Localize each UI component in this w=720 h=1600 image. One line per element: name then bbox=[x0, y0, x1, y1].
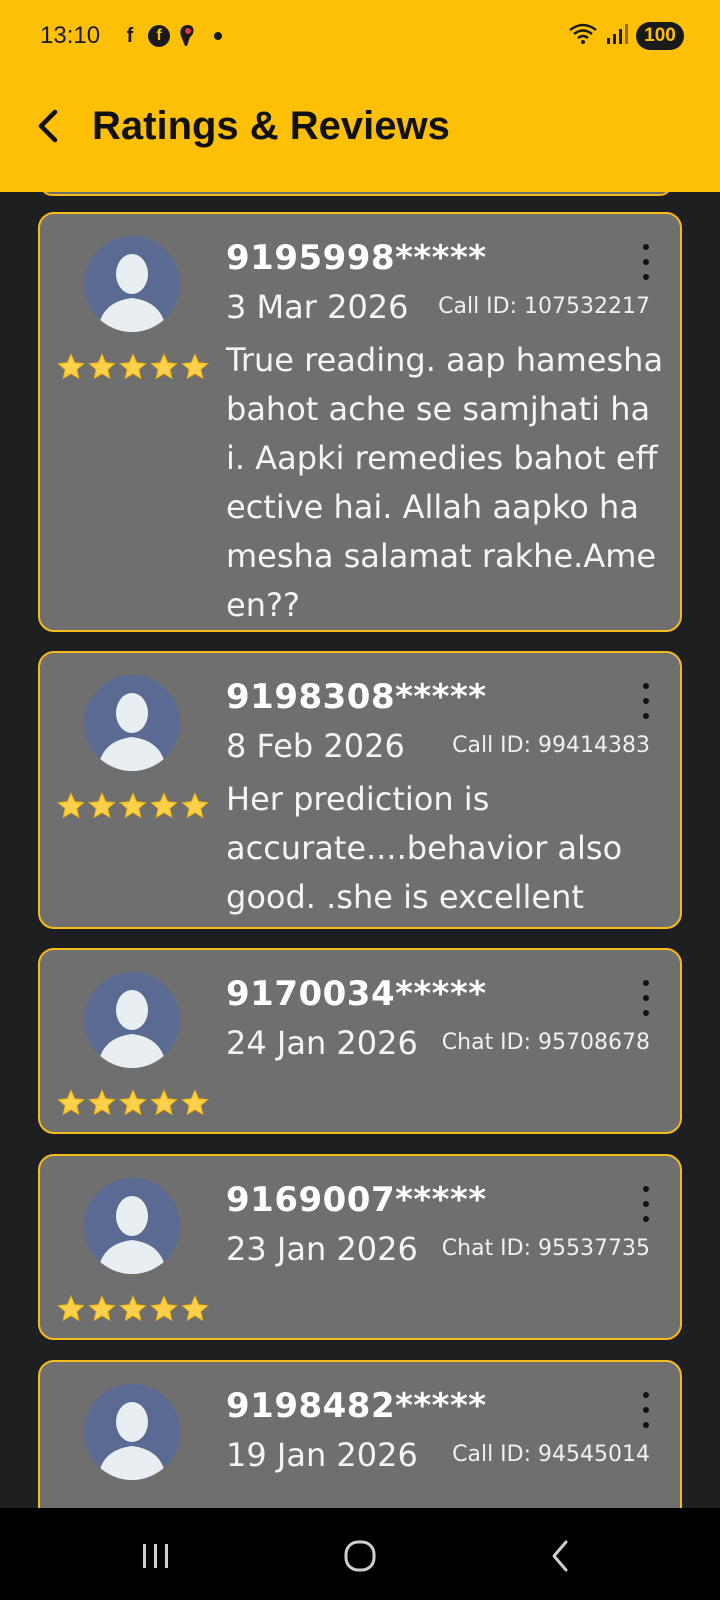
avatar bbox=[84, 972, 180, 1068]
review-date: 8 Feb 2026 bbox=[226, 727, 405, 765]
system-nav-bar bbox=[0, 1508, 720, 1600]
star-icon bbox=[150, 1295, 178, 1322]
star-icon bbox=[57, 792, 85, 819]
reviewer-number: 9170034***** bbox=[226, 974, 487, 1014]
star-icon bbox=[119, 792, 147, 819]
session-id: Call ID: 107532217 bbox=[438, 294, 650, 319]
star-icon bbox=[88, 1089, 116, 1116]
home-button[interactable] bbox=[330, 1536, 390, 1576]
more-options-button[interactable] bbox=[638, 980, 654, 1016]
star-icon bbox=[119, 1295, 147, 1322]
review-card: 9170034***** 24 Jan 2026 Chat ID: 957086… bbox=[38, 948, 682, 1134]
avatar bbox=[84, 236, 180, 332]
reviewer-number: 9198482***** bbox=[226, 1386, 487, 1426]
wifi-icon bbox=[568, 22, 598, 50]
more-vert-icon bbox=[643, 1392, 649, 1398]
star-rating bbox=[56, 1088, 210, 1118]
star-rating bbox=[56, 791, 210, 821]
more-options-button[interactable] bbox=[638, 1186, 654, 1222]
session-id: Chat ID: 95537735 bbox=[441, 1236, 650, 1261]
reviews-list[interactable]: 9195998***** 3 Mar 2026 Call ID: 1075322… bbox=[0, 192, 720, 1508]
signal-icon bbox=[606, 23, 628, 49]
facebook-icon: f bbox=[126, 24, 134, 47]
review-date: 19 Jan 2026 bbox=[226, 1436, 418, 1474]
star-icon bbox=[57, 353, 85, 380]
more-options-button[interactable] bbox=[638, 683, 654, 719]
system-back-button[interactable] bbox=[530, 1536, 590, 1576]
review-card: 9198308***** 8 Feb 2026 Call ID: 9941438… bbox=[38, 651, 682, 929]
session-id: Chat ID: 95708678 bbox=[441, 1030, 650, 1055]
app-notification-icon bbox=[176, 24, 200, 48]
star-icon bbox=[57, 1295, 85, 1322]
star-icon bbox=[119, 1089, 147, 1116]
facebook-messenger-icon: f bbox=[148, 25, 170, 47]
avatar bbox=[84, 675, 180, 771]
user-silhouette-icon bbox=[98, 254, 166, 332]
review-text: True reading. aap hamesha bahot ache se … bbox=[226, 341, 664, 624]
star-icon bbox=[181, 1295, 209, 1322]
star-icon bbox=[150, 1089, 178, 1116]
status-notification-icons: f f bbox=[118, 24, 222, 48]
star-icon bbox=[119, 353, 147, 380]
star-icon bbox=[88, 353, 116, 380]
star-icon bbox=[57, 1089, 85, 1116]
battery-indicator: 100 bbox=[636, 22, 684, 50]
home-icon bbox=[344, 1540, 376, 1572]
back-button[interactable] bbox=[28, 100, 68, 152]
star-icon bbox=[181, 1089, 209, 1116]
status-time: 13:10 bbox=[40, 22, 101, 49]
star-icon bbox=[88, 1295, 116, 1322]
user-silhouette-icon bbox=[98, 1196, 166, 1274]
more-vert-icon bbox=[643, 244, 649, 250]
avatar bbox=[84, 1384, 180, 1480]
app-header: 13:10 f f 100 Ratings & Reviews bbox=[0, 0, 720, 192]
star-rating bbox=[56, 352, 210, 382]
more-options-button[interactable] bbox=[638, 244, 654, 280]
recent-apps-icon bbox=[143, 1544, 168, 1568]
reviewer-number: 9195998***** bbox=[226, 238, 487, 278]
review-date: 23 Jan 2026 bbox=[226, 1230, 418, 1268]
status-bar: 13:10 f f 100 bbox=[0, 0, 720, 76]
review-date: 3 Mar 2026 bbox=[226, 288, 409, 326]
review-text: Her prediction is accurate....behavior a… bbox=[226, 780, 623, 916]
page-title: Ratings & Reviews bbox=[92, 104, 450, 148]
previous-review-card-edge bbox=[40, 192, 672, 196]
user-silhouette-icon bbox=[98, 693, 166, 771]
review-card: 9198482***** 19 Jan 2026 Call ID: 945450… bbox=[38, 1360, 682, 1508]
notification-dot bbox=[214, 32, 222, 40]
review-card: 9169007***** 23 Jan 2026 Chat ID: 955377… bbox=[38, 1154, 682, 1340]
more-vert-icon bbox=[643, 980, 649, 986]
review-card: 9195998***** 3 Mar 2026 Call ID: 1075322… bbox=[38, 212, 682, 632]
back-icon bbox=[552, 1540, 568, 1572]
review-date: 24 Jan 2026 bbox=[226, 1024, 418, 1062]
recent-apps-button[interactable] bbox=[126, 1536, 186, 1576]
chevron-left-icon bbox=[38, 109, 58, 143]
reviewer-number: 9169007***** bbox=[226, 1180, 487, 1220]
star-icon bbox=[181, 792, 209, 819]
session-id: Call ID: 99414383 bbox=[452, 733, 650, 758]
user-silhouette-icon bbox=[98, 990, 166, 1068]
star-icon bbox=[88, 792, 116, 819]
session-id: Call ID: 94545014 bbox=[452, 1442, 650, 1467]
more-options-button[interactable] bbox=[638, 1392, 654, 1428]
avatar bbox=[84, 1178, 180, 1274]
more-vert-icon bbox=[643, 1186, 649, 1192]
star-rating bbox=[56, 1294, 210, 1324]
reviewer-number: 9198308***** bbox=[226, 677, 487, 717]
user-silhouette-icon bbox=[98, 1402, 166, 1480]
status-right-icons: 100 bbox=[568, 22, 684, 50]
star-icon bbox=[150, 353, 178, 380]
star-icon bbox=[150, 792, 178, 819]
star-icon bbox=[181, 353, 209, 380]
more-vert-icon bbox=[643, 683, 649, 689]
